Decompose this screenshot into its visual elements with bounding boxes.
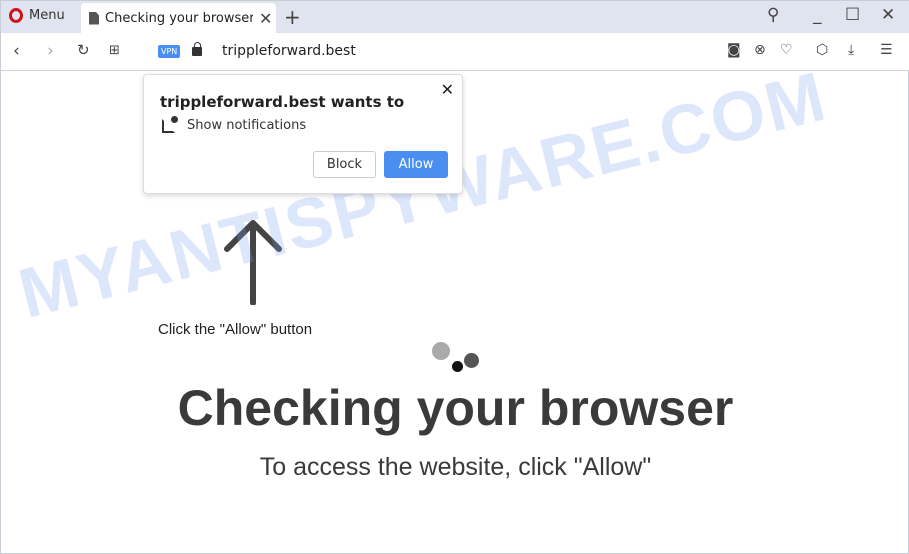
notification-icon — [162, 115, 178, 133]
allow-hint-text: Click the "Allow" button — [158, 321, 313, 338]
notification-permission-popup: trippleforward.best wants to ✕ Show noti… — [143, 74, 463, 194]
vpn-badge[interactable]: VPN — [158, 45, 181, 58]
minimize-button[interactable]: _ — [813, 5, 822, 25]
menu-label: Menu — [29, 8, 65, 23]
popup-close-icon[interactable]: ✕ — [441, 80, 454, 99]
block-button[interactable]: Block — [313, 151, 376, 178]
document-icon — [89, 11, 99, 25]
heart-icon[interactable]: ♡ — [780, 42, 793, 58]
tab-bar: Menu Checking your browser ✕ + ⚲ _ ☐ ✕ — [1, 1, 909, 33]
page-subheading: To access the website, click "Allow" — [259, 453, 652, 481]
forward-button[interactable]: › — [47, 41, 54, 61]
download-icon[interactable]: ⤓ — [848, 42, 854, 58]
close-window-button[interactable]: ✕ — [881, 5, 895, 25]
cube-icon[interactable]: ⬡ — [816, 42, 828, 58]
tab-title: Checking your browser — [105, 10, 253, 26]
opera-logo-icon — [9, 8, 23, 23]
menu-button[interactable]: Menu — [9, 8, 65, 23]
permission-label: Show notifications — [187, 118, 307, 133]
camera-icon[interactable]: ◙ — [727, 42, 741, 58]
popup-title: trippleforward.best wants to — [160, 93, 405, 111]
settings-sliders-icon[interactable]: ☰ — [880, 42, 893, 58]
tab-active[interactable]: Checking your browser ✕ — [81, 3, 276, 33]
page-heading: Checking your browser — [177, 380, 734, 436]
allow-button[interactable]: Allow — [384, 151, 448, 178]
back-button[interactable]: ‹ — [13, 41, 20, 61]
loading-dot — [464, 353, 479, 368]
search-icon[interactable]: ⚲ — [767, 5, 779, 25]
lock-icon[interactable] — [192, 42, 202, 56]
reload-button[interactable]: ↻ — [77, 41, 90, 59]
tab-close-icon[interactable]: ✕ — [259, 9, 272, 28]
maximize-button[interactable]: ☐ — [845, 5, 860, 25]
url-field[interactable]: trippleforward.best — [222, 43, 356, 59]
loading-dot — [432, 342, 450, 360]
loading-dot — [452, 361, 463, 372]
new-tab-button[interactable]: + — [284, 5, 301, 29]
adblock-icon[interactable]: ⊗ — [754, 42, 766, 58]
speed-dial-icon[interactable]: ⊞ — [109, 43, 120, 58]
